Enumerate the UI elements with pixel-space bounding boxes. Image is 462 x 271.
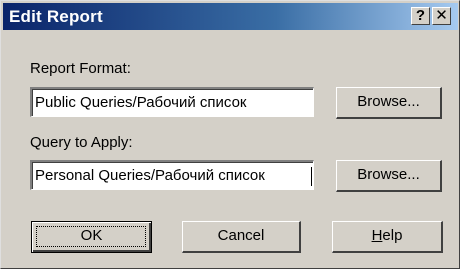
help-label-rest: elp [382,227,403,244]
report-format-field[interactable]: Public Queries/Рабочий список [30,87,314,117]
close-icon[interactable]: ✕ [432,7,451,25]
help-accelerator: H [371,227,383,244]
query-to-apply-value: Personal Queries/Рабочий список [35,167,265,184]
report-format-browse-button[interactable]: Browse... [336,87,442,119]
ok-button-label: OK [80,227,103,244]
query-to-apply-browse-button[interactable]: Browse... [336,160,442,192]
text-caret [311,167,312,186]
cancel-button[interactable]: Cancel [182,221,301,253]
help-question-icon[interactable]: ? [411,7,430,25]
window-title: Edit Report [9,7,103,26]
edit-report-dialog: Edit Report ? ✕ Report Format: Public Qu… [0,0,460,269]
title-bar: Edit Report ? ✕ [3,3,458,30]
ok-button[interactable]: OK [31,221,152,253]
help-button[interactable]: Help [332,221,443,253]
query-to-apply-label: Query to Apply: [30,134,133,151]
report-format-value: Public Queries/Рабочий список [35,94,247,111]
report-format-label: Report Format: [30,60,131,77]
query-to-apply-field[interactable]: Personal Queries/Рабочий список [30,160,314,190]
